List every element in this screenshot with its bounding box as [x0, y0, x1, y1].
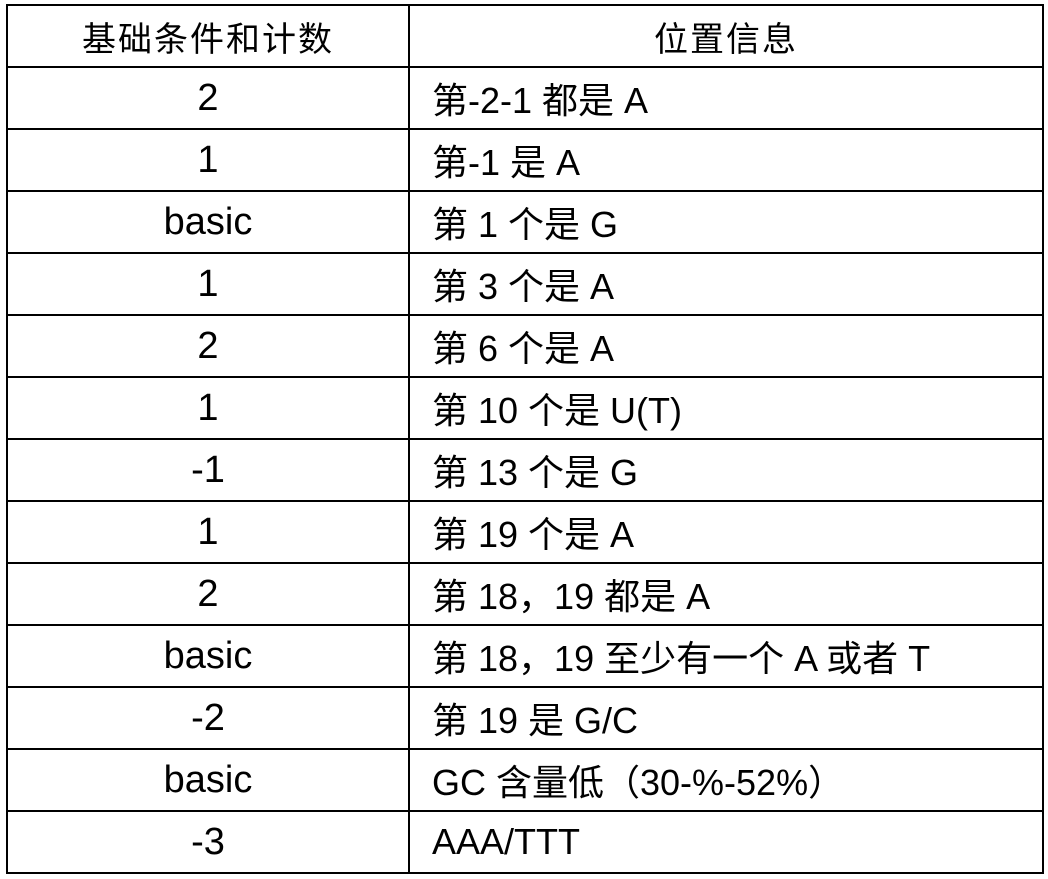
table-row: 1 第-1 是 A: [6, 128, 1044, 192]
table-row: basic 第 18，19 至少有一个 A 或者 T: [6, 624, 1044, 688]
table-row: -2 第 19 是 G/C: [6, 686, 1044, 750]
count-cell: 1: [6, 252, 410, 316]
table-row: 1 第 10 个是 U(T): [6, 376, 1044, 440]
count-cell: basic: [6, 748, 410, 812]
count-cell: 1: [6, 376, 410, 440]
table-row: basic 第 1 个是 G: [6, 190, 1044, 254]
column-header-count: 基础条件和计数: [6, 4, 410, 68]
count-cell: 2: [6, 314, 410, 378]
position-cell: 第 10 个是 U(T): [408, 376, 1044, 440]
position-cell: AAA/TTT: [408, 810, 1044, 874]
position-cell: 第 19 个是 A: [408, 500, 1044, 564]
count-cell: 2: [6, 562, 410, 626]
scoring-rules-table: 基础条件和计数 位置信息 2 第-2-1 都是 A 1 第-1 是 A basi…: [6, 4, 1044, 874]
count-cell: basic: [6, 624, 410, 688]
position-cell: 第-2-1 都是 A: [408, 66, 1044, 130]
position-cell: 第 1 个是 G: [408, 190, 1044, 254]
table-header-row: 基础条件和计数 位置信息: [6, 4, 1044, 68]
count-cell: basic: [6, 190, 410, 254]
count-cell: -2: [6, 686, 410, 750]
position-cell: 第 18，19 至少有一个 A 或者 T: [408, 624, 1044, 688]
position-cell: 第 19 是 G/C: [408, 686, 1044, 750]
position-cell: 第 6 个是 A: [408, 314, 1044, 378]
position-cell: 第 3 个是 A: [408, 252, 1044, 316]
table-row: 2 第-2-1 都是 A: [6, 66, 1044, 130]
count-cell: -1: [6, 438, 410, 502]
document-page: 基础条件和计数 位置信息 2 第-2-1 都是 A 1 第-1 是 A basi…: [0, 0, 1048, 879]
position-cell: GC 含量低（30-%-52%）: [408, 748, 1044, 812]
position-cell: 第 13 个是 G: [408, 438, 1044, 502]
table-row: -1 第 13 个是 G: [6, 438, 1044, 502]
table-row: 2 第 6 个是 A: [6, 314, 1044, 378]
table-row: 1 第 19 个是 A: [6, 500, 1044, 564]
count-cell: 1: [6, 128, 410, 192]
count-cell: -3: [6, 810, 410, 874]
position-cell: 第 18，19 都是 A: [408, 562, 1044, 626]
count-cell: 1: [6, 500, 410, 564]
table-row: 1 第 3 个是 A: [6, 252, 1044, 316]
table-row: -3 AAA/TTT: [6, 810, 1044, 874]
table-row: basic GC 含量低（30-%-52%）: [6, 748, 1044, 812]
count-cell: 2: [6, 66, 410, 130]
position-cell: 第-1 是 A: [408, 128, 1044, 192]
table-row: 2 第 18，19 都是 A: [6, 562, 1044, 626]
column-header-position: 位置信息: [408, 4, 1044, 68]
